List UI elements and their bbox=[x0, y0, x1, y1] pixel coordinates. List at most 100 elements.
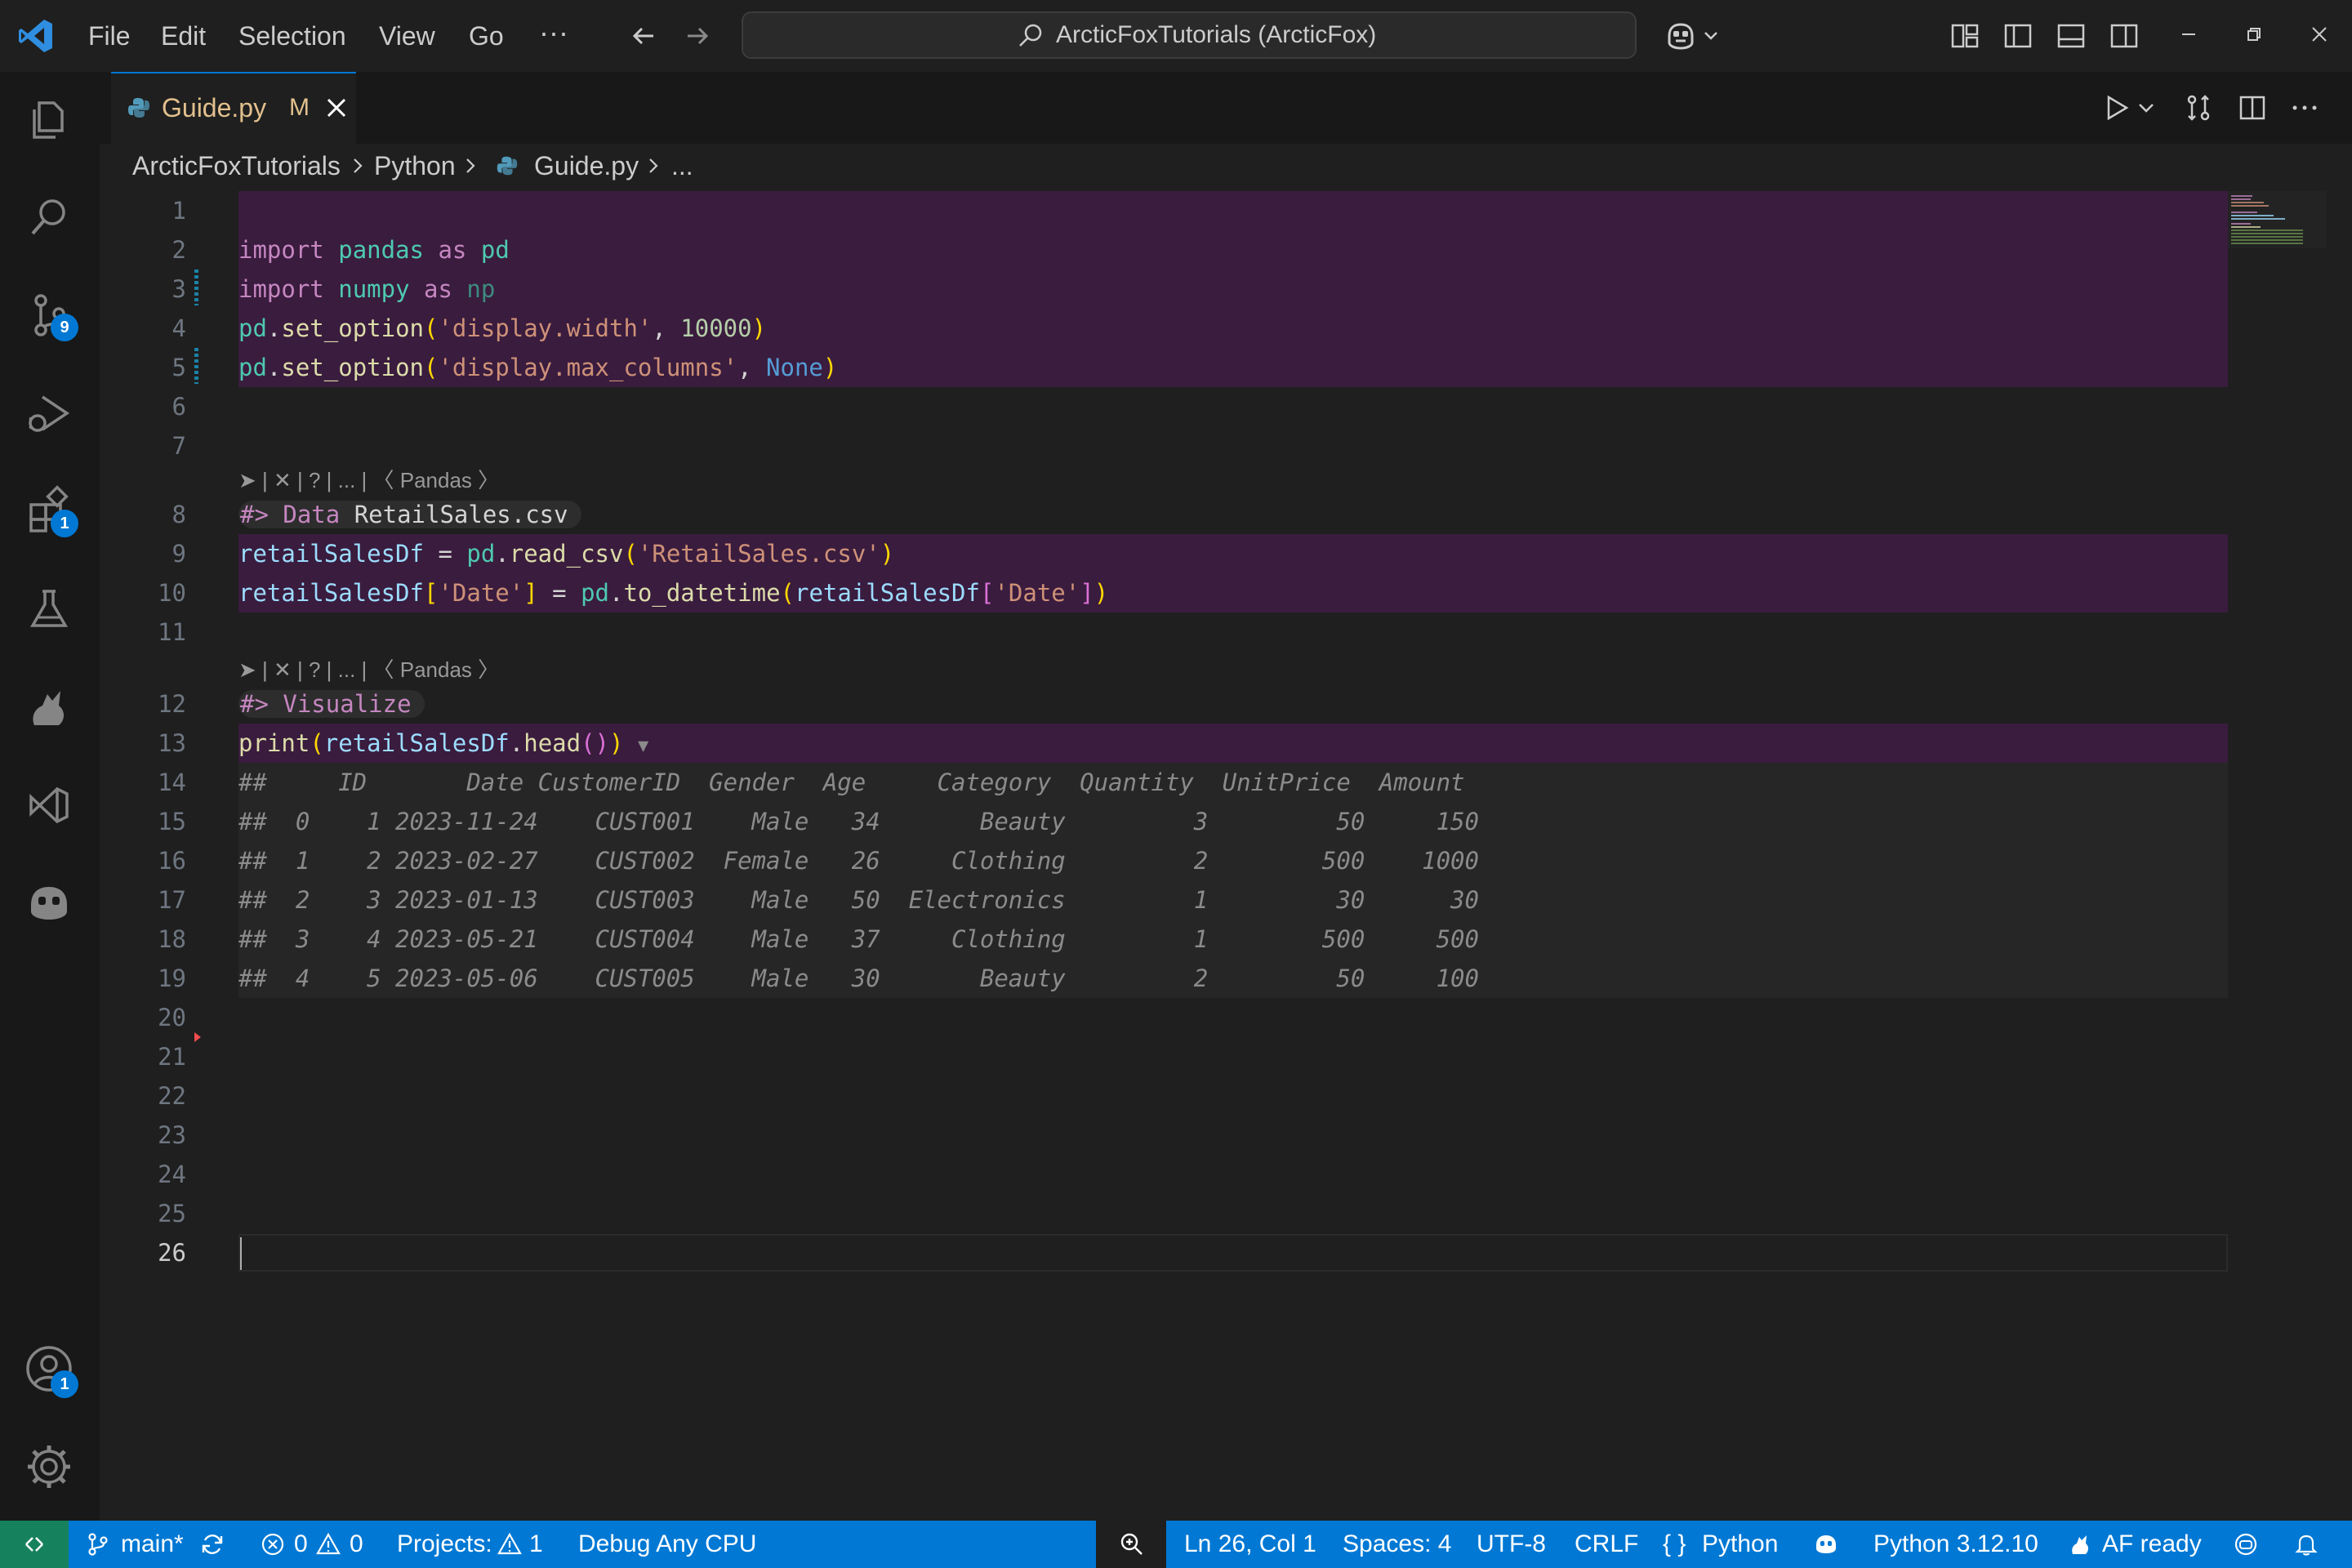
explorer-icon[interactable] bbox=[23, 93, 75, 145]
title-bar: File Edit Selection View Go ··· ArcticFo… bbox=[0, 0, 2352, 72]
breadcrumb-root[interactable]: ArcticFoxTutorials bbox=[132, 144, 341, 188]
line-number: 16 bbox=[158, 847, 186, 875]
extensions-button[interactable]: 1 bbox=[23, 485, 78, 537]
line-number: 9 bbox=[172, 540, 186, 568]
menu-go[interactable]: Go bbox=[469, 0, 504, 72]
copilot-icon[interactable] bbox=[1663, 18, 1699, 54]
output-line: ## 0 1 2023-11-24 CUST001 Male 34 Beauty… bbox=[238, 808, 1479, 835]
extensions-badge: 1 bbox=[51, 510, 78, 537]
zoom-icon bbox=[1120, 1533, 1143, 1555]
gutter-modified-marker[interactable] bbox=[194, 270, 198, 305]
activity-bar: 9 1 1 bbox=[0, 72, 100, 1521]
toggle-primary-sidebar-icon[interactable] bbox=[2002, 20, 2034, 52]
output-line: ## 3 4 2023-05-21 CUST004 Male 37 Clothi… bbox=[238, 925, 1479, 953]
arctic-fox-icon bbox=[2072, 1535, 2088, 1554]
run-debug-icon[interactable] bbox=[23, 387, 75, 439]
af-status-label: AF ready bbox=[2102, 1530, 2202, 1557]
indentation[interactable]: Spaces: 4 bbox=[1343, 1521, 1451, 1568]
close-window-icon[interactable] bbox=[2303, 18, 2336, 51]
chevron-down-icon[interactable] bbox=[1702, 26, 1720, 44]
accounts-button[interactable]: 1 bbox=[23, 1343, 78, 1398]
braces-icon: { } bbox=[1663, 1530, 1686, 1557]
remote-indicator[interactable] bbox=[0, 1521, 69, 1568]
command-center-text: ArcticFoxTutorials (ArcticFox) bbox=[1056, 21, 1377, 48]
code-line[interactable]: import pandas as pd bbox=[238, 230, 510, 270]
line-number: 14 bbox=[158, 768, 186, 796]
gutter-deleted-marker-icon[interactable] bbox=[193, 1031, 203, 1044]
remote-icon bbox=[25, 1537, 43, 1552]
toggle-panel-icon[interactable] bbox=[2055, 20, 2087, 52]
code-line[interactable]: retailSalesDf['Date'] = pd.to_datetime(r… bbox=[238, 573, 1108, 612]
arctic-fox-icon[interactable] bbox=[23, 681, 75, 733]
breadcrumb-file[interactable]: Guide.py bbox=[534, 144, 639, 188]
minimap[interactable] bbox=[2228, 188, 2326, 1521]
chunk-header[interactable]: #> Visualize bbox=[238, 684, 425, 724]
run-python-file-icon[interactable] bbox=[2100, 91, 2133, 124]
command-center-search[interactable]: ArcticFoxTutorials (ArcticFox) bbox=[742, 11, 1637, 59]
code-line[interactable]: retailSalesDf = pd.read_csv('RetailSales… bbox=[238, 534, 894, 573]
copilot-status-icon[interactable] bbox=[1813, 1531, 1839, 1557]
line-number: 12 bbox=[158, 690, 186, 718]
code-line[interactable]: print(retailSalesDf.head()) ▼ bbox=[238, 724, 648, 763]
line-number: 8 bbox=[172, 501, 186, 528]
line-number: 24 bbox=[158, 1160, 186, 1188]
close-icon[interactable] bbox=[325, 96, 348, 119]
restore-icon[interactable] bbox=[2238, 18, 2270, 51]
more-actions-icon[interactable] bbox=[2288, 91, 2321, 124]
copilot-chat-icon[interactable] bbox=[2233, 1531, 2259, 1557]
breadcrumb: ArcticFoxTutorials Python Guide.py ... bbox=[100, 144, 2352, 188]
menu-more-button[interactable]: ··· bbox=[539, 0, 568, 72]
chevron-right-icon bbox=[354, 158, 363, 173]
sync-icon[interactable] bbox=[199, 1531, 225, 1557]
split-editor-icon[interactable] bbox=[2236, 91, 2269, 124]
python-interpreter[interactable]: Python 3.12.10 bbox=[1873, 1521, 2038, 1568]
testing-icon[interactable] bbox=[23, 583, 75, 635]
line-number: 22 bbox=[158, 1082, 186, 1110]
copilot-icon[interactable] bbox=[23, 877, 75, 929]
menu-selection[interactable]: Selection bbox=[238, 0, 346, 72]
code-lens[interactable]: ➤ | ✕ | ? | ... | 〈 Pandas 〉 bbox=[238, 464, 499, 497]
language-label: Python bbox=[1702, 1530, 1779, 1557]
visual-studio-icon[interactable] bbox=[23, 779, 75, 831]
chevron-down-icon[interactable] bbox=[2136, 91, 2156, 124]
debug-configuration[interactable]: Debug Any CPU bbox=[578, 1521, 756, 1568]
breadcrumb-more[interactable]: ... bbox=[671, 144, 693, 188]
tab-guide-py[interactable]: Guide.py M bbox=[111, 72, 356, 144]
line-number: 3 bbox=[172, 275, 186, 303]
line-number: 20 bbox=[158, 1004, 186, 1031]
fold-arrow-icon[interactable]: ▼ bbox=[638, 736, 648, 756]
gear-icon[interactable] bbox=[23, 1441, 75, 1493]
menu-edit[interactable]: Edit bbox=[161, 0, 206, 72]
source-control-button[interactable]: 9 bbox=[23, 289, 78, 341]
back-arrow-icon[interactable] bbox=[627, 20, 660, 52]
code-line[interactable]: pd.set_option('display.width', 10000) bbox=[238, 309, 766, 348]
menu-view[interactable]: View bbox=[379, 0, 435, 72]
forward-arrow-icon[interactable] bbox=[681, 20, 714, 52]
chunk-header[interactable]: #> Data RetailSales.csv bbox=[238, 495, 581, 534]
code-line[interactable]: import numpy as np bbox=[238, 270, 495, 309]
toggle-secondary-sidebar-icon[interactable] bbox=[2108, 20, 2140, 52]
customize-layout-icon[interactable] bbox=[1949, 20, 1981, 52]
scm-badge: 9 bbox=[51, 314, 78, 341]
gutter-modified-marker[interactable] bbox=[194, 348, 198, 384]
code-editor[interactable]: 1 2 3 4 5 6 7 8 9 10 11 12 13 14 15 16 1… bbox=[100, 188, 2352, 1521]
menu-file[interactable]: File bbox=[88, 0, 131, 72]
breadcrumb-folder[interactable]: Python bbox=[374, 144, 456, 188]
encoding[interactable]: UTF-8 bbox=[1477, 1521, 1546, 1568]
zoom-item[interactable] bbox=[1096, 1521, 1166, 1568]
end-of-line[interactable]: CRLF bbox=[1575, 1521, 1638, 1568]
code-lens[interactable]: ➤ | ✕ | ? | ... | 〈 Pandas 〉 bbox=[238, 653, 499, 686]
code-line[interactable]: pd.set_option('display.max_columns', Non… bbox=[238, 348, 837, 387]
open-changes-icon[interactable] bbox=[2182, 91, 2215, 124]
search-icon[interactable] bbox=[23, 191, 75, 243]
vscode-logo-icon bbox=[19, 20, 52, 52]
accounts-badge: 1 bbox=[51, 1370, 78, 1398]
line-number: 7 bbox=[172, 432, 186, 460]
line-number: 15 bbox=[158, 808, 186, 835]
line-number: 1 bbox=[172, 197, 186, 225]
projects-label: Projects: bbox=[397, 1530, 492, 1557]
minimize-icon[interactable] bbox=[2172, 18, 2205, 51]
cursor-position[interactable]: Ln 26, Col 1 bbox=[1184, 1521, 1316, 1568]
bell-icon[interactable] bbox=[2293, 1531, 2319, 1557]
error-icon bbox=[261, 1533, 284, 1556]
